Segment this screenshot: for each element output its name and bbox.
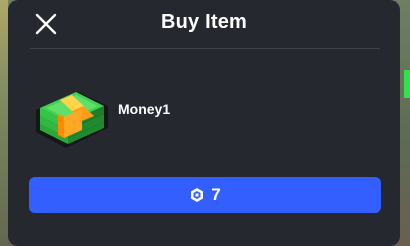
robux-icon [191, 188, 204, 202]
buy-item-dialog: Buy Item Money1 7 [8, 0, 400, 246]
buy-button-content: 7 [29, 177, 381, 213]
game-scenery-left [0, 0, 8, 246]
cash-stack-icon [28, 66, 112, 154]
item-name: Money1 [118, 101, 171, 117]
buy-button[interactable]: 7 [29, 177, 381, 213]
dialog-header: Buy Item [8, 0, 400, 48]
price-label: 7 [211, 185, 221, 204]
item-row: Money1 [28, 66, 378, 156]
header-divider [30, 48, 380, 49]
dialog-title: Buy Item [160, 11, 248, 33]
game-scenery-right [404, 70, 410, 98]
